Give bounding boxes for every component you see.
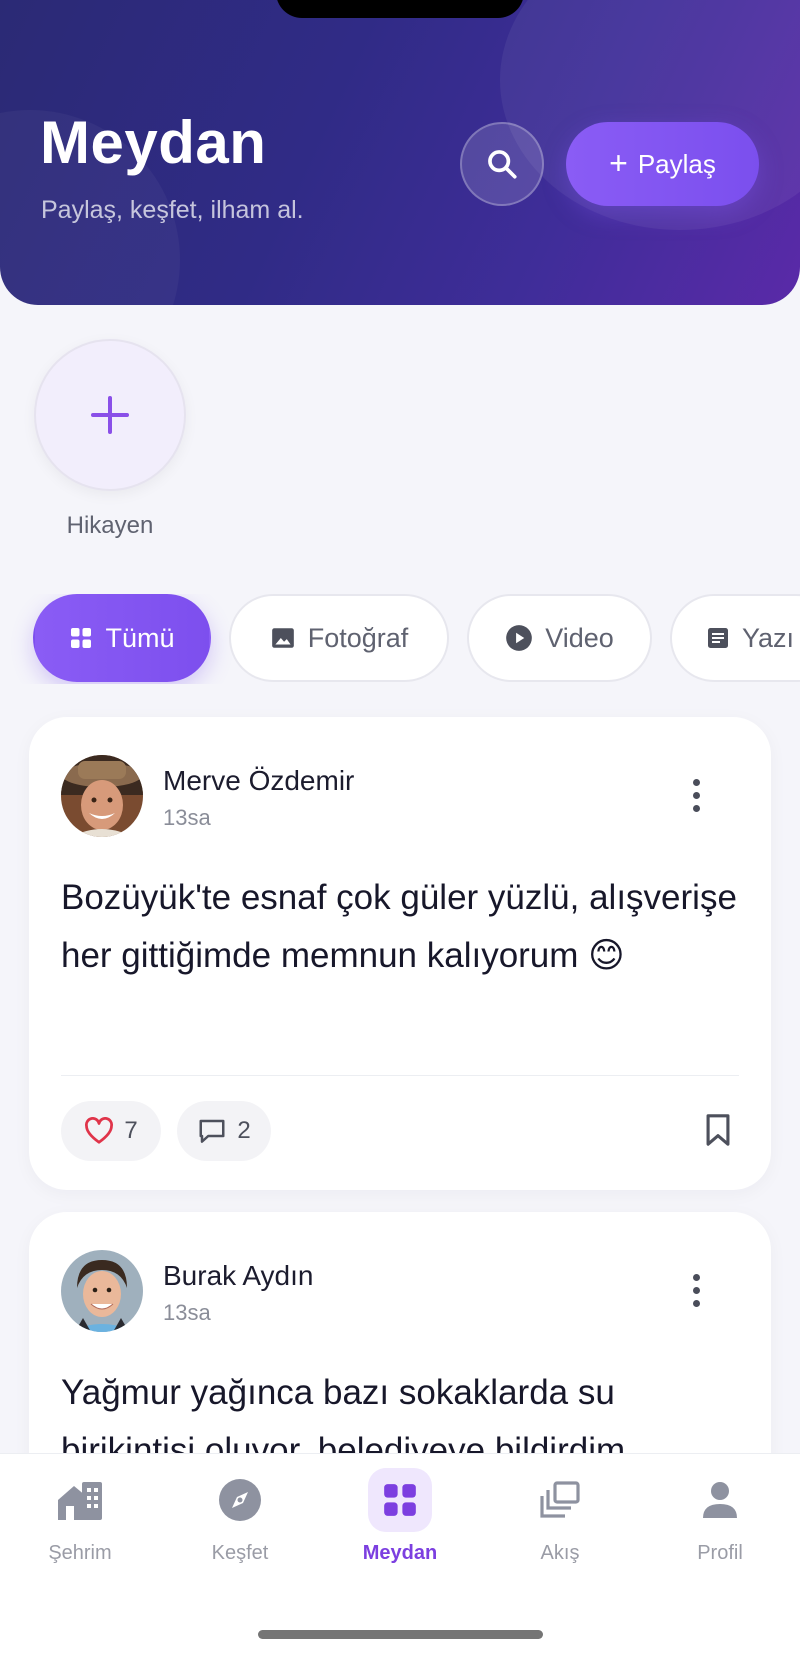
bookmark-icon[interactable]: [703, 1113, 733, 1147]
home-indicator: [258, 1630, 543, 1639]
filter-chip-text[interactable]: Yazı: [670, 594, 800, 682]
device-notch: [276, 0, 524, 18]
post-author[interactable]: Merve Özdemir: [163, 765, 354, 797]
divider: [61, 1075, 739, 1076]
page-title: Meydan: [40, 109, 267, 176]
stack-icon: [528, 1468, 592, 1532]
nav-item-akis[interactable]: Akış: [500, 1468, 620, 1578]
nav-item-sehrim[interactable]: Şehrim: [20, 1468, 140, 1578]
plus-icon: [91, 396, 129, 434]
nav-item-meydan[interactable]: Meydan: [340, 1468, 460, 1578]
filter-chip-label: Fotoğraf: [307, 622, 409, 653]
avatar[interactable]: [61, 755, 143, 837]
like-count: 7: [124, 1117, 138, 1144]
more-options-icon[interactable]: [691, 779, 701, 812]
filter-chip-label: Video: [545, 622, 614, 653]
comment-icon: [199, 1119, 225, 1143]
search-button[interactable]: [460, 122, 544, 206]
grid-icon: [71, 628, 92, 648]
filter-chip-photo[interactable]: Fotoğraf: [229, 594, 449, 682]
search-icon: [488, 150, 517, 179]
comment-button[interactable]: 2: [177, 1101, 271, 1161]
plus-icon: +: [609, 144, 628, 181]
more-options-icon[interactable]: [691, 1274, 701, 1307]
comment-count: 2: [237, 1117, 251, 1144]
post-text: Bozüyük'te esnaf çok güler yüzlü, alışve…: [61, 878, 737, 975]
share-button[interactable]: + Paylaş: [566, 122, 759, 206]
post-time: 13sa: [163, 1300, 211, 1325]
page-subtitle: Paylaş, keşfet, ilham al.: [41, 196, 304, 224]
share-button-label: Paylaş: [637, 148, 716, 179]
bottom-nav: Şehrim Keşfet Meydan Akış Profil: [0, 1453, 800, 1654]
post-author[interactable]: Burak Aydın: [163, 1260, 313, 1292]
city-icon: [48, 1468, 112, 1532]
add-story-button[interactable]: [34, 339, 186, 491]
avatar[interactable]: [61, 1250, 143, 1332]
story-label: Hikayen: [66, 512, 154, 539]
filter-chip-label: Yazı: [742, 622, 795, 653]
compass-icon: [208, 1468, 272, 1532]
filter-chip-all[interactable]: Tümü: [33, 594, 211, 682]
like-button[interactable]: 7: [61, 1101, 161, 1161]
filter-chip-label: Tümü: [105, 622, 175, 653]
nav-label: Akış: [540, 1542, 580, 1564]
post-time: 13sa: [163, 805, 211, 830]
person-icon: [688, 1468, 752, 1532]
post-card: Merve Özdemir 13sa Bozüyük'te esnaf çok …: [29, 717, 771, 1190]
heart-icon: [85, 1117, 114, 1144]
image-icon: [271, 628, 294, 648]
nav-label: Profil: [697, 1542, 743, 1564]
header: Meydan Paylaş, keşfet, ilham al. + Payla…: [0, 0, 800, 305]
nav-label: Şehrim: [48, 1542, 112, 1564]
nav-label: Keşfet: [211, 1542, 269, 1564]
nav-item-kesfet[interactable]: Keşfet: [180, 1468, 300, 1578]
play-icon: [506, 625, 533, 651]
grid-icon: [368, 1468, 432, 1532]
article-icon: [708, 628, 728, 648]
filter-chips: Tümü Fotoğraf Video Yazı: [0, 594, 800, 684]
nav-item-profil[interactable]: Profil: [660, 1468, 780, 1578]
filter-chip-video[interactable]: Video: [467, 594, 652, 682]
nav-label: Meydan: [362, 1542, 438, 1564]
